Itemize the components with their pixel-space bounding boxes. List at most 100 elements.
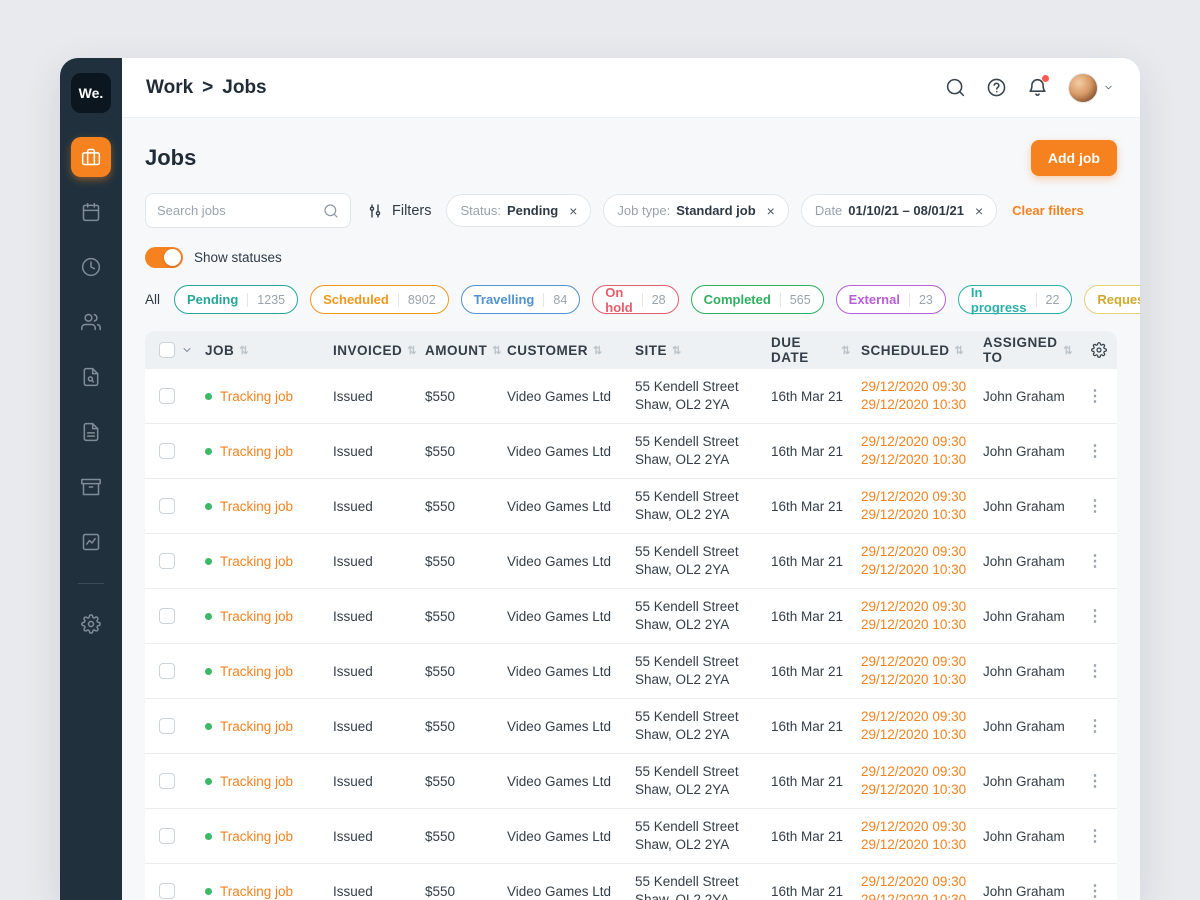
column-header-scheduled[interactable]: SCHEDULED ⇅ (861, 343, 983, 358)
row-checkbox[interactable] (159, 498, 175, 514)
clear-filters-button[interactable]: Clear filters (1012, 203, 1084, 218)
row-checkbox[interactable] (159, 608, 175, 624)
sidebar-item-documents[interactable] (71, 412, 111, 452)
amount-cell: $550 (425, 388, 456, 404)
sidebar-item-jobs[interactable] (71, 137, 111, 177)
table-row[interactable]: Tracking job Issued $550 Video Games Ltd… (145, 589, 1117, 644)
column-header-invoiced[interactable]: INVOICED ⇅ (333, 343, 425, 358)
row-checkbox[interactable] (159, 663, 175, 679)
filter-chip-0[interactable]: Status: Pending × (446, 194, 592, 227)
breadcrumb-work[interactable]: Work (146, 77, 193, 99)
status-filter-travelling[interactable]: Travelling 84 (460, 285, 581, 314)
filter-chip-2[interactable]: Date 01/10/21 – 08/01/21 × (800, 194, 998, 227)
kebab-menu[interactable]: ⋮ (1083, 606, 1107, 626)
row-checkbox[interactable] (159, 828, 175, 844)
filter-chip-1[interactable]: Job type: Standard job × (603, 194, 789, 227)
kebab-menu[interactable]: ⋮ (1083, 826, 1107, 846)
close-icon[interactable]: × (975, 204, 983, 218)
column-header-due-date[interactable]: DUE DATE ⇅ (771, 335, 861, 365)
search-icon[interactable] (945, 77, 966, 98)
table-row[interactable]: Tracking job Issued $550 Video Games Ltd… (145, 644, 1117, 699)
site-cell: 55 Kendell Street Shaw, OL2 2YA (635, 654, 739, 687)
row-checkbox[interactable] (159, 443, 175, 459)
status-filter-scheduled[interactable]: Scheduled 8902 (310, 285, 449, 314)
column-header-job[interactable]: JOB ⇅ (205, 343, 333, 358)
status-filter-on-hold[interactable]: On hold 28 (592, 285, 679, 315)
close-icon[interactable]: × (767, 204, 775, 218)
row-checkbox[interactable] (159, 388, 175, 404)
job-link[interactable]: Tracking job (220, 609, 293, 624)
job-link[interactable]: Tracking job (220, 664, 293, 679)
customer-cell: Video Games Ltd (507, 553, 612, 569)
assigned-to-cell: John Graham (983, 718, 1065, 734)
kebab-menu[interactable]: ⋮ (1083, 716, 1107, 736)
status-filter-all[interactable]: All (145, 292, 160, 307)
table-row[interactable]: Tracking job Issued $550 Video Games Ltd… (145, 699, 1117, 754)
table-row[interactable]: Tracking job Issued $550 Video Games Ltd… (145, 424, 1117, 479)
add-job-button[interactable]: Add job (1030, 140, 1117, 176)
desktop-background: We. Work > Jobs Jobs Add job Search jobs… (0, 0, 1200, 900)
kebab-menu[interactable]: ⋮ (1083, 771, 1107, 791)
kebab-menu[interactable]: ⋮ (1083, 496, 1107, 516)
table-row[interactable]: Tracking job Issued $550 Video Games Ltd… (145, 809, 1117, 864)
job-link[interactable]: Tracking job (220, 719, 293, 734)
kebab-menu[interactable]: ⋮ (1083, 551, 1107, 571)
invoiced-cell: Issued (333, 608, 373, 624)
sidebar-item-analytics[interactable] (71, 522, 111, 562)
status-filter-completed[interactable]: Completed 565 (690, 285, 824, 314)
kebab-menu[interactable]: ⋮ (1083, 661, 1107, 681)
table-row[interactable]: Tracking job Issued $550 Video Games Ltd… (145, 369, 1117, 424)
filters-button[interactable]: Filters (366, 202, 431, 220)
sidebar-item-customers[interactable] (71, 302, 111, 342)
table-row[interactable]: Tracking job Issued $550 Video Games Ltd… (145, 479, 1117, 534)
job-link[interactable]: Tracking job (220, 389, 293, 404)
scheduled-cell: 29/12/2020 09:30 29/12/2020 10:30 (861, 819, 967, 852)
job-link[interactable]: Tracking job (220, 829, 293, 844)
due-date-cell: 16th Mar 21 (771, 828, 844, 844)
sidebar-item-calendar[interactable] (71, 192, 111, 232)
filter-chips: Status: Pending × Job type: Standard job … (446, 194, 998, 227)
column-header-customer[interactable]: CUSTOMER ⇅ (507, 343, 635, 358)
row-checkbox[interactable] (159, 718, 175, 734)
column-header-site[interactable]: SITE ⇅ (635, 343, 771, 358)
kebab-menu[interactable]: ⋮ (1083, 386, 1107, 406)
chip-label: Status: (460, 203, 501, 218)
row-checkbox[interactable] (159, 553, 175, 569)
user-menu[interactable] (1068, 72, 1114, 103)
help-icon[interactable] (986, 77, 1007, 98)
job-link[interactable]: Tracking job (220, 499, 293, 514)
sort-icon: ⇅ (1063, 344, 1073, 357)
job-link[interactable]: Tracking job (220, 554, 293, 569)
column-header-assigned-to[interactable]: ASSIGNED TO ⇅ (983, 335, 1083, 365)
sidebar-item-history[interactable] (71, 247, 111, 287)
site-cell: 55 Kendell Street Shaw, OL2 2YA (635, 874, 739, 900)
show-statuses-toggle[interactable] (145, 247, 183, 268)
sidebar-item-archive[interactable] (71, 467, 111, 507)
row-checkbox[interactable] (159, 883, 175, 899)
row-checkbox[interactable] (159, 773, 175, 789)
sidebar-item-settings[interactable] (71, 604, 111, 644)
kebab-menu[interactable]: ⋮ (1083, 441, 1107, 461)
select-all-checkbox[interactable] (159, 342, 175, 358)
status-filter-in-progress[interactable]: In progress 22 (957, 285, 1073, 315)
status-filter-requested[interactable]: Requested 1 (1084, 285, 1140, 314)
app-window: We. Work > Jobs Jobs Add job Search jobs… (60, 58, 1140, 900)
search-jobs-input[interactable] (157, 203, 315, 218)
status-filter-pending[interactable]: Pending 1235 (174, 285, 299, 314)
job-link[interactable]: Tracking job (220, 884, 293, 899)
topbar-actions (945, 72, 1114, 103)
notifications-button[interactable] (1027, 75, 1049, 98)
column-header-amount[interactable]: AMOUNT ⇅ (425, 343, 507, 358)
invoiced-cell: Issued (333, 773, 373, 789)
table-row[interactable]: Tracking job Issued $550 Video Games Ltd… (145, 864, 1117, 900)
table-row[interactable]: Tracking job Issued $550 Video Games Ltd… (145, 754, 1117, 809)
chevron-down-icon[interactable] (181, 344, 193, 356)
status-filter-external[interactable]: External 23 (835, 285, 946, 314)
table-row[interactable]: Tracking job Issued $550 Video Games Ltd… (145, 534, 1117, 589)
close-icon[interactable]: × (569, 204, 577, 218)
job-link[interactable]: Tracking job (220, 774, 293, 789)
job-link[interactable]: Tracking job (220, 444, 293, 459)
sidebar-item-reports[interactable] (71, 357, 111, 397)
kebab-menu[interactable]: ⋮ (1083, 881, 1107, 900)
table-settings-icon[interactable] (1091, 342, 1107, 358)
